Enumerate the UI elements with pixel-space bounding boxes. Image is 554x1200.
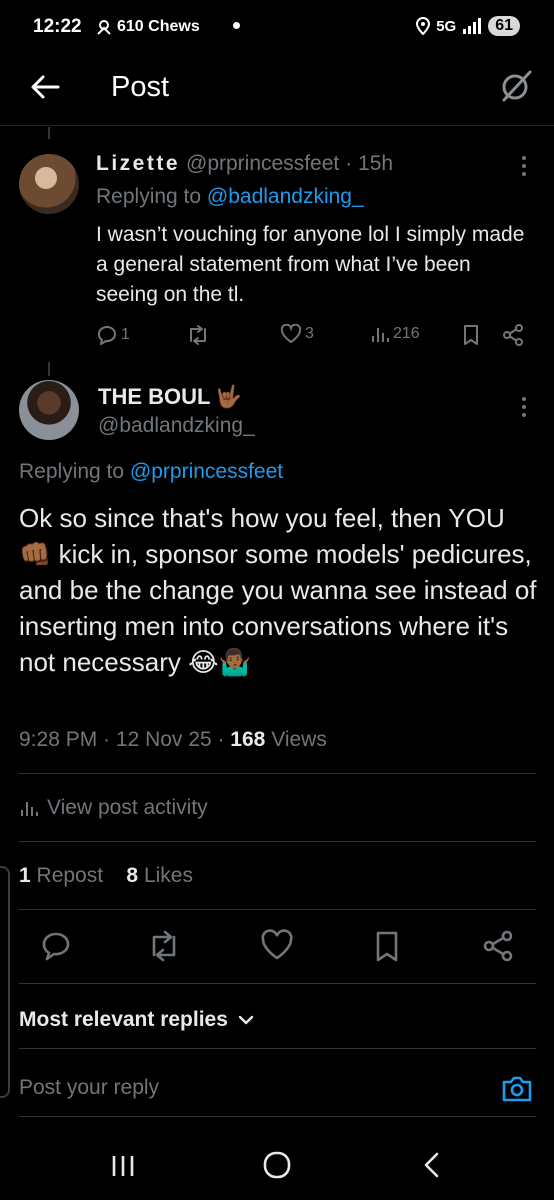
location-icon: [97, 20, 111, 35]
avatar-lizette[interactable]: [19, 154, 79, 214]
post-meta: 9:28 PM · 12 Nov 25 · 168 Views: [19, 728, 327, 751]
divider: [19, 1116, 536, 1117]
reply-replying-line: Replying to @badlandzking_: [96, 185, 364, 209]
location-pin-icon: [416, 17, 431, 35]
replying-to-link[interactable]: @prprincessfeet: [130, 460, 283, 483]
more-icon[interactable]: [514, 395, 534, 419]
reply-like-count: 3: [305, 325, 314, 342]
post-views-count: 168: [230, 728, 266, 751]
replies-sort-dropdown[interactable]: Most relevant replies: [19, 1008, 254, 1032]
divider: [19, 1048, 536, 1049]
reply-author-handle[interactable]: @prprincessfeet: [186, 152, 339, 176]
arrow-left-icon[interactable]: [28, 70, 62, 104]
reply-share-button[interactable]: [502, 324, 524, 346]
replying-prefix: Replying to: [96, 185, 202, 208]
post-date: 12 Nov 25: [115, 728, 212, 751]
back-nav-icon[interactable]: [416, 1148, 450, 1182]
likes-count: 8: [126, 864, 139, 887]
like-icon[interactable]: [259, 928, 295, 964]
views-icon: [21, 802, 38, 816]
reply-count: 1: [121, 326, 130, 343]
edge-panel-handle[interactable]: [0, 866, 10, 1098]
divider: [19, 841, 536, 842]
reply-author-row: Lizette @prprincessfeet · 15h: [96, 152, 393, 176]
status-app-text: 610 Chews: [117, 18, 200, 35]
reposts-link[interactable]: 1 Repost: [19, 864, 103, 887]
reply-reply-button[interactable]: 1: [96, 324, 130, 346]
post-actions: [0, 928, 554, 968]
network-label: 5G: [436, 17, 457, 35]
camera-icon[interactable]: [500, 1072, 534, 1106]
views-icon: [372, 328, 389, 342]
repost-icon: [190, 325, 206, 345]
reply-time: · 15h: [345, 152, 394, 175]
reply-text: I wasn’t vouching for anyone lol I simpl…: [96, 223, 525, 306]
post-author-emoji: 🤟🏾: [214, 384, 242, 409]
battery-indicator: 61: [488, 16, 520, 36]
status-right: 5G 61: [416, 16, 520, 36]
reply-bookmark-button[interactable]: [462, 324, 480, 346]
divider: [19, 909, 536, 910]
reposts-label: Repost: [36, 864, 104, 887]
signal-icon: [463, 18, 482, 34]
thread-line-top: [48, 127, 50, 139]
likes-link[interactable]: 8 Likes: [126, 864, 193, 887]
reply-icon: [98, 326, 117, 345]
status-notification: 610 Chews: [96, 18, 200, 36]
more-icon[interactable]: [514, 154, 534, 178]
thread-line-bottom: [48, 362, 50, 376]
replying-to-link[interactable]: @badlandzking_: [207, 185, 364, 208]
reply-views-button[interactable]: 216: [370, 324, 420, 344]
post-author-row: THE BOUL 🤟🏾: [98, 384, 242, 410]
post-author-name[interactable]: THE BOUL: [98, 384, 210, 410]
reply-author-name[interactable]: Lizette: [96, 152, 180, 176]
grok-icon[interactable]: [498, 68, 534, 104]
view-activity-label: View post activity: [47, 796, 208, 819]
chevron-down-icon: [238, 1015, 254, 1025]
top-app-bar: Post: [0, 56, 554, 126]
bookmark-icon[interactable]: [369, 928, 405, 964]
reply-actions: 1 3 216: [96, 324, 536, 350]
bookmark-icon: [464, 325, 478, 345]
divider: [19, 983, 536, 984]
home-icon[interactable]: [260, 1148, 294, 1182]
reply-views-count: 216: [393, 325, 420, 342]
divider: [19, 773, 536, 774]
status-dot: [233, 22, 240, 29]
post-author-handle[interactable]: @badlandzking_: [98, 414, 255, 438]
like-icon: [280, 324, 302, 344]
post-views-label: Views: [271, 728, 327, 751]
system-nav-bar: [0, 1130, 554, 1200]
likes-label: Likes: [143, 864, 193, 887]
post-replying-line: Replying to @prprincessfeet: [19, 460, 283, 484]
reposts-count: 1: [19, 864, 31, 887]
replies-sort-label: Most relevant replies: [19, 1008, 228, 1031]
replying-prefix: Replying to: [19, 460, 125, 483]
engagement-counts: 1 Repost 8 Likes: [19, 864, 193, 888]
reply-repost-button[interactable]: [186, 324, 210, 346]
page-title: Post: [111, 71, 170, 103]
view-activity-link[interactable]: View post activity: [19, 796, 208, 820]
reply-like-button[interactable]: 3: [280, 324, 314, 344]
reply-icon[interactable]: [38, 928, 74, 964]
share-icon: [503, 324, 523, 346]
recents-icon[interactable]: [106, 1148, 140, 1182]
post-time: 9:28 PM: [19, 728, 98, 751]
status-bar: 12:22 610 Chews 5G 61: [0, 0, 554, 56]
status-time: 12:22: [33, 16, 82, 37]
avatar-the-boul[interactable]: [19, 380, 79, 440]
reply-composer-input[interactable]: Post your reply: [19, 1076, 159, 1100]
repost-icon[interactable]: [146, 928, 182, 964]
post-text: Ok so since that's how you feel, then YO…: [19, 503, 537, 677]
share-icon[interactable]: [480, 928, 516, 964]
